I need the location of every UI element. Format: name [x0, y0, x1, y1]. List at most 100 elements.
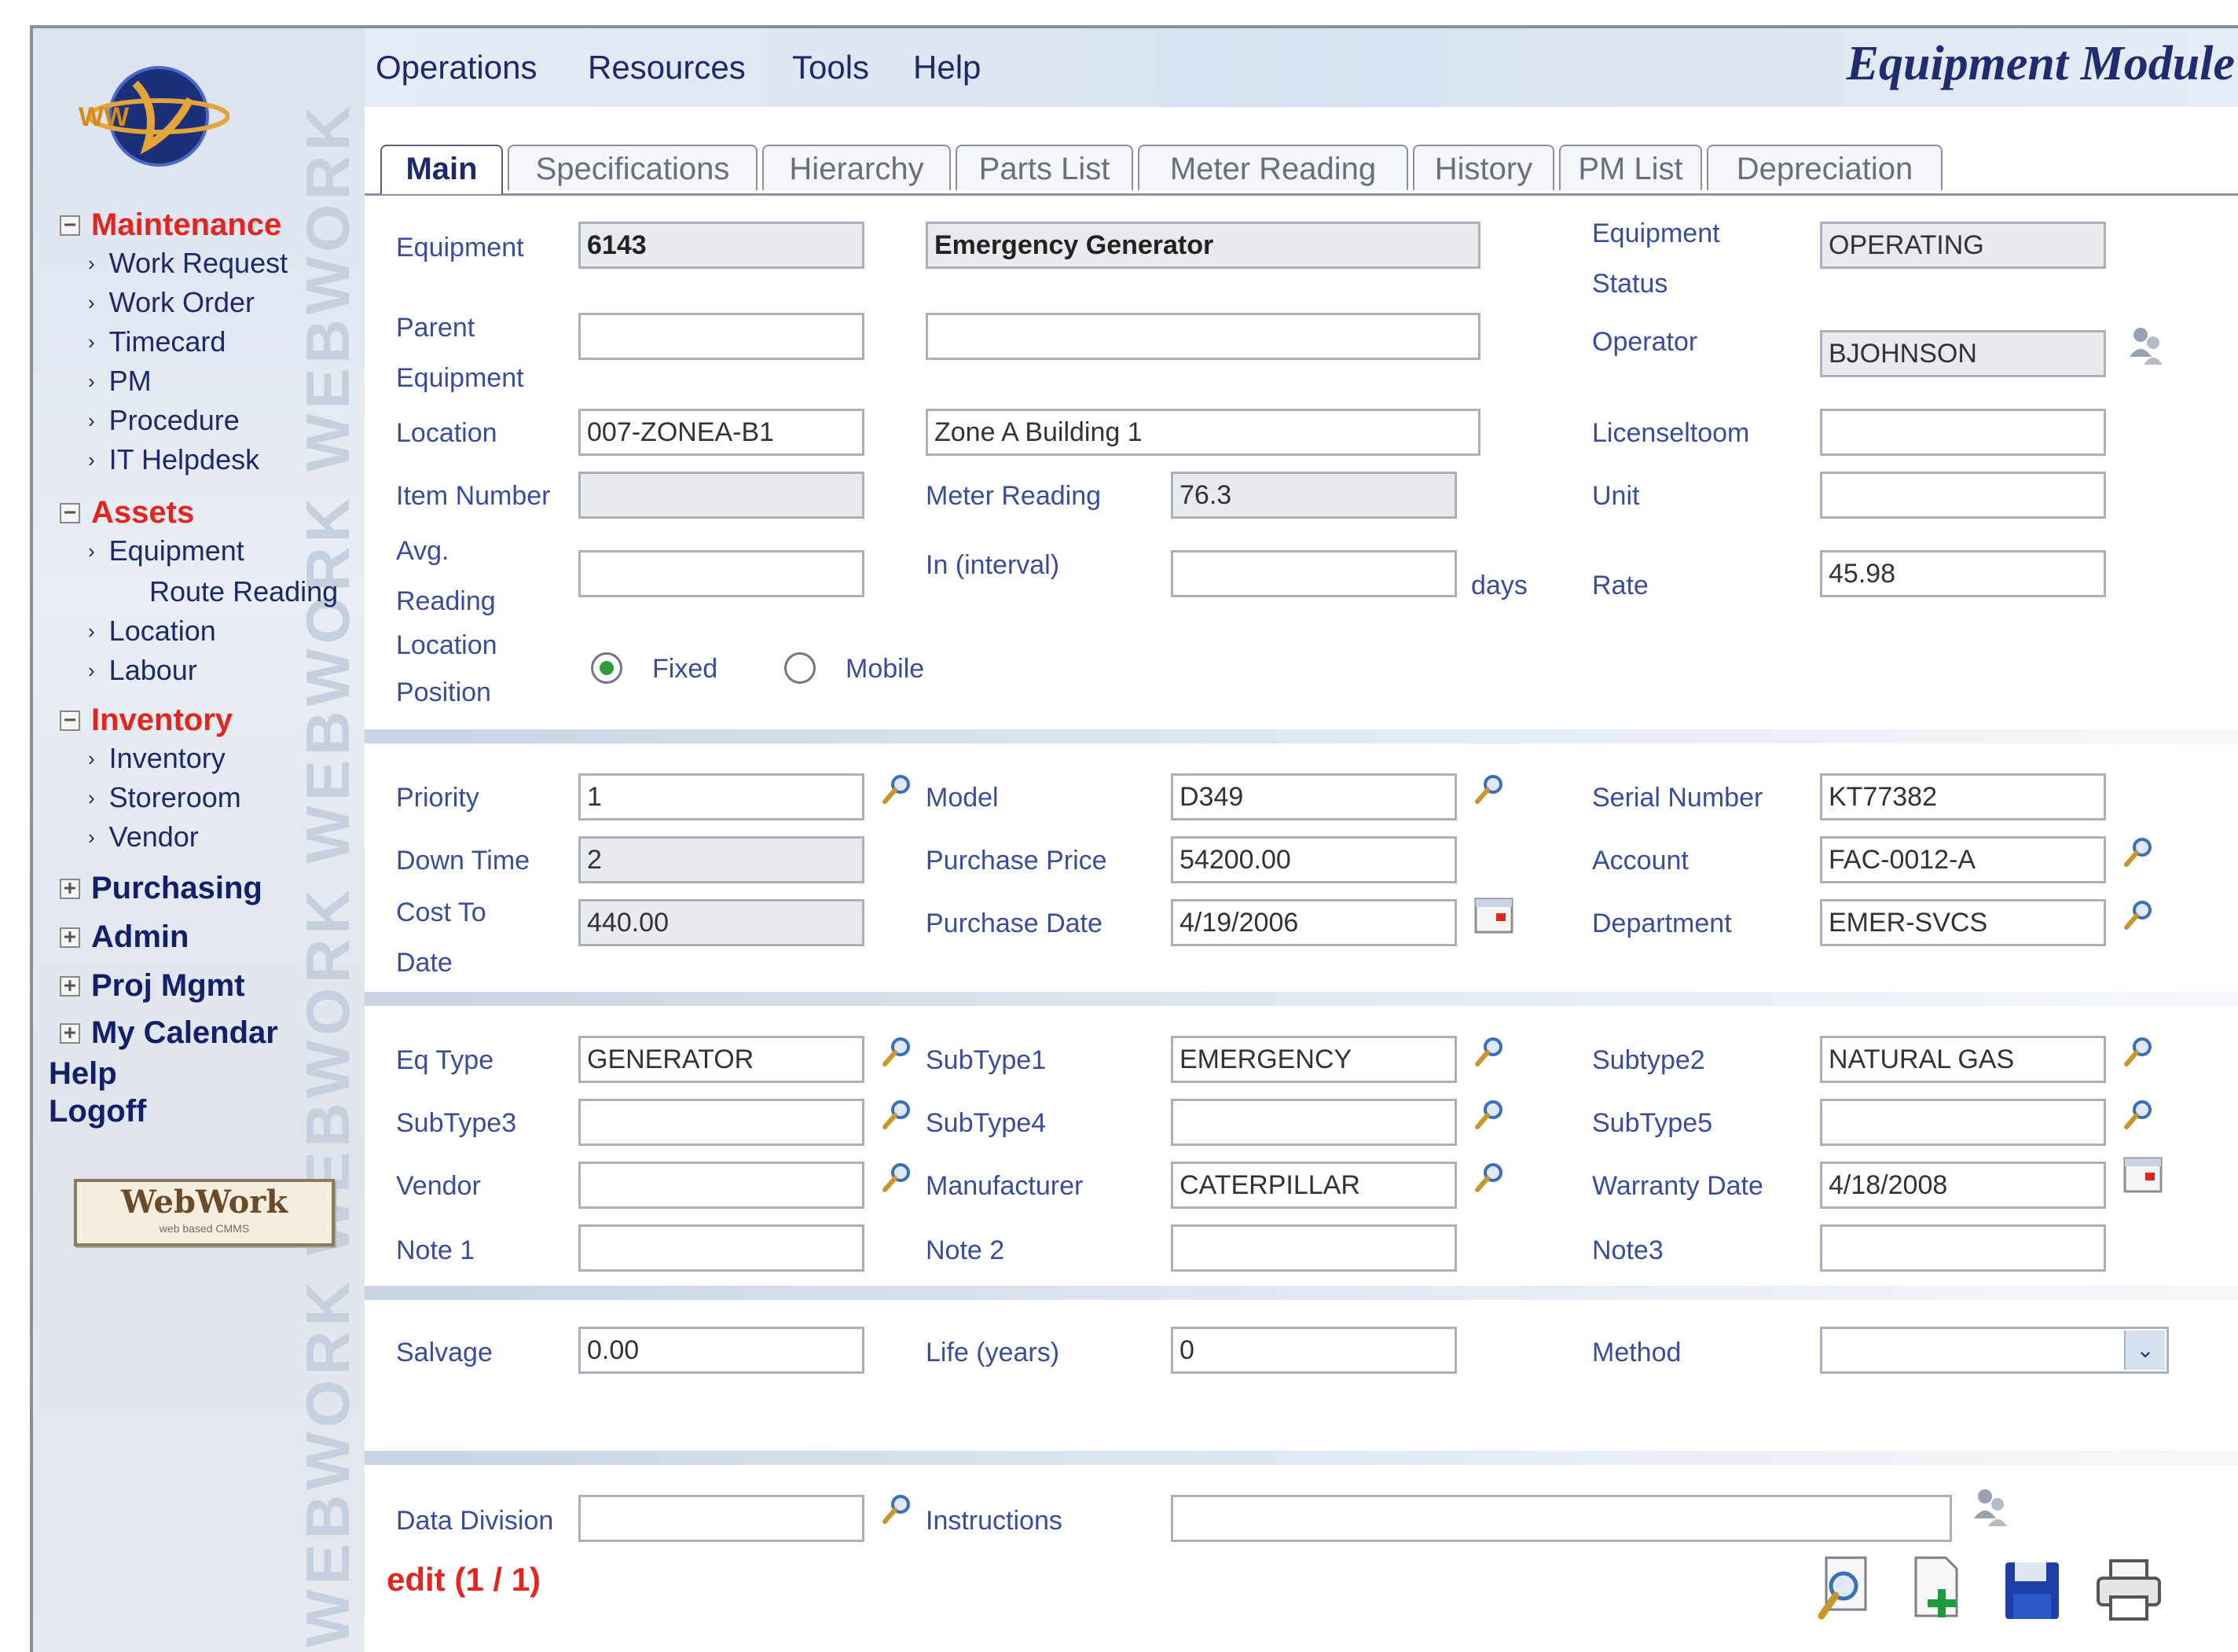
life-years-field[interactable]: 0	[1171, 1327, 1457, 1374]
nav-item-vendor[interactable]: › Vendor	[88, 820, 199, 854]
tab-depreciation[interactable]: Depreciation	[1707, 145, 1943, 190]
method-select[interactable]: ⌄	[1820, 1327, 2169, 1374]
equipment-status-field[interactable]: OPERATING	[1820, 222, 2106, 269]
cost-to-date-field[interactable]: 440.00	[578, 899, 864, 946]
license-field[interactable]	[1820, 409, 2106, 456]
chevron-down-icon[interactable]: ⌄	[2124, 1331, 2165, 1370]
expand-icon[interactable]: +	[60, 1022, 80, 1044]
note2-field[interactable]	[1171, 1224, 1457, 1272]
calendar-icon[interactable]	[2122, 1152, 2166, 1196]
location-field[interactable]: 007-ZONEA-B1	[578, 409, 864, 456]
nav-section-assets[interactable]: − Assets	[60, 495, 194, 530]
menu-resources[interactable]: Resources	[588, 49, 746, 86]
collapse-icon[interactable]: −	[60, 215, 80, 236]
search-icon[interactable]	[1473, 1034, 1507, 1069]
search-icon[interactable]	[2122, 1097, 2156, 1132]
meter-reading-field[interactable]: 76.3	[1171, 472, 1457, 519]
nav-section-inventory[interactable]: − Inventory	[60, 703, 233, 738]
unit-field[interactable]	[1820, 472, 2106, 519]
search-icon[interactable]	[2122, 898, 2156, 932]
nav-section-my-calendar[interactable]: + My Calendar	[60, 1015, 278, 1051]
nav-item-storeroom[interactable]: › Storeroom	[88, 781, 241, 814]
nav-section-maintenance[interactable]: − Maintenance	[60, 207, 281, 243]
subtype4-field[interactable]	[1171, 1099, 1457, 1146]
vendor-field[interactable]	[578, 1162, 864, 1209]
search-icon[interactable]	[880, 1492, 915, 1526]
serial-number-field[interactable]: KT77382	[1820, 773, 2106, 820]
tab-specifications[interactable]: Specifications	[508, 145, 758, 190]
expand-icon[interactable]: +	[60, 878, 80, 899]
nav-item-labour[interactable]: › Labour	[88, 654, 197, 687]
tab-pm-list[interactable]: PM List	[1559, 145, 1702, 190]
salvage-field[interactable]: 0.00	[578, 1327, 864, 1374]
manufacturer-field[interactable]: CATERPILLAR	[1171, 1162, 1457, 1209]
nav-section-proj-mgmt[interactable]: + Proj Mgmt	[60, 968, 245, 1004]
note1-field[interactable]	[578, 1224, 864, 1272]
location-description-field[interactable]: Zone A Building 1	[926, 409, 1480, 456]
nav-item-it-helpdesk[interactable]: › IT Helpdesk	[88, 443, 259, 476]
subtype5-field[interactable]	[1820, 1099, 2106, 1146]
tab-meter-reading[interactable]: Meter Reading	[1138, 145, 1408, 190]
operator-field[interactable]: BJOHNSON	[1820, 330, 2106, 377]
instructions-field[interactable]	[1171, 1495, 1952, 1542]
nav-item-timecard[interactable]: › Timecard	[88, 325, 226, 358]
nav-section-purchasing[interactable]: + Purchasing	[60, 871, 262, 906]
equipment-description-field[interactable]: Emergency Generator	[926, 222, 1480, 269]
tab-hierarchy[interactable]: Hierarchy	[762, 145, 951, 190]
parent-equipment-field[interactable]	[578, 313, 864, 360]
menu-tools[interactable]: Tools	[792, 49, 869, 86]
tab-history[interactable]: History	[1413, 145, 1554, 190]
search-icon[interactable]	[880, 1097, 915, 1132]
calendar-icon[interactable]	[1473, 893, 1517, 937]
search-icon[interactable]	[1473, 1160, 1507, 1195]
menu-operations[interactable]: Operations	[376, 49, 537, 86]
search-record-icon[interactable]	[1812, 1553, 1875, 1624]
department-field[interactable]: EMER-SVCS	[1820, 899, 2106, 946]
subtype3-field[interactable]	[578, 1099, 864, 1146]
nav-item-pm[interactable]: › PM	[88, 365, 152, 398]
note3-field[interactable]	[1820, 1224, 2106, 1272]
warranty-date-field[interactable]: 4/18/2008	[1820, 1162, 2106, 1209]
nav-section-admin[interactable]: + Admin	[60, 920, 189, 955]
interval-field[interactable]	[1171, 550, 1457, 597]
avg-reading-field[interactable]	[578, 550, 864, 597]
tab-main[interactable]: Main	[380, 145, 503, 194]
collapse-icon[interactable]: −	[60, 710, 80, 731]
subtype2-field[interactable]: NATURAL GAS	[1820, 1036, 2106, 1083]
nav-item-work-order[interactable]: › Work Order	[88, 286, 255, 319]
parent-description-field[interactable]	[926, 313, 1480, 360]
item-number-field[interactable]	[578, 472, 864, 519]
radio-mobile[interactable]	[784, 652, 816, 684]
tab-parts-list[interactable]: Parts List	[956, 145, 1133, 190]
rate-field[interactable]: 45.98	[1820, 550, 2106, 597]
subtype1-field[interactable]: EMERGENCY	[1171, 1036, 1457, 1083]
down-time-field[interactable]: 2	[578, 836, 864, 883]
search-icon[interactable]	[1473, 1097, 1507, 1132]
expand-icon[interactable]: +	[60, 927, 80, 948]
nav-item-equipment[interactable]: › Equipment	[88, 534, 244, 567]
eq-type-field[interactable]: GENERATOR	[578, 1036, 864, 1083]
nav-item-procedure[interactable]: › Procedure	[88, 404, 240, 437]
search-icon[interactable]	[880, 772, 915, 806]
equipment-id-field[interactable]: 6143	[578, 222, 864, 269]
search-icon[interactable]	[880, 1160, 915, 1195]
nav-item-location[interactable]: › Location	[88, 615, 216, 648]
purchase-date-field[interactable]: 4/19/2006	[1171, 899, 1457, 946]
model-field[interactable]: D349	[1171, 773, 1457, 820]
nav-link-help[interactable]: Help	[49, 1056, 117, 1092]
nav-item-route-reading[interactable]: Route Reading	[149, 575, 338, 608]
search-icon[interactable]	[2122, 1034, 2156, 1069]
radio-fixed[interactable]	[591, 652, 622, 684]
save-icon[interactable]	[2001, 1558, 2064, 1624]
nav-link-logoff[interactable]: Logoff	[49, 1094, 146, 1129]
print-icon[interactable]	[2093, 1556, 2164, 1624]
search-icon[interactable]	[880, 1034, 915, 1069]
new-record-icon[interactable]	[1906, 1553, 1969, 1624]
account-field[interactable]: FAC-0012-A	[1820, 836, 2106, 883]
priority-field[interactable]: 1	[578, 773, 864, 820]
data-division-field[interactable]	[578, 1495, 864, 1542]
purchase-price-field[interactable]: 54200.00	[1171, 836, 1457, 883]
search-icon[interactable]	[2122, 835, 2156, 869]
collapse-icon[interactable]: −	[60, 502, 80, 523]
expand-icon[interactable]: +	[60, 975, 80, 997]
